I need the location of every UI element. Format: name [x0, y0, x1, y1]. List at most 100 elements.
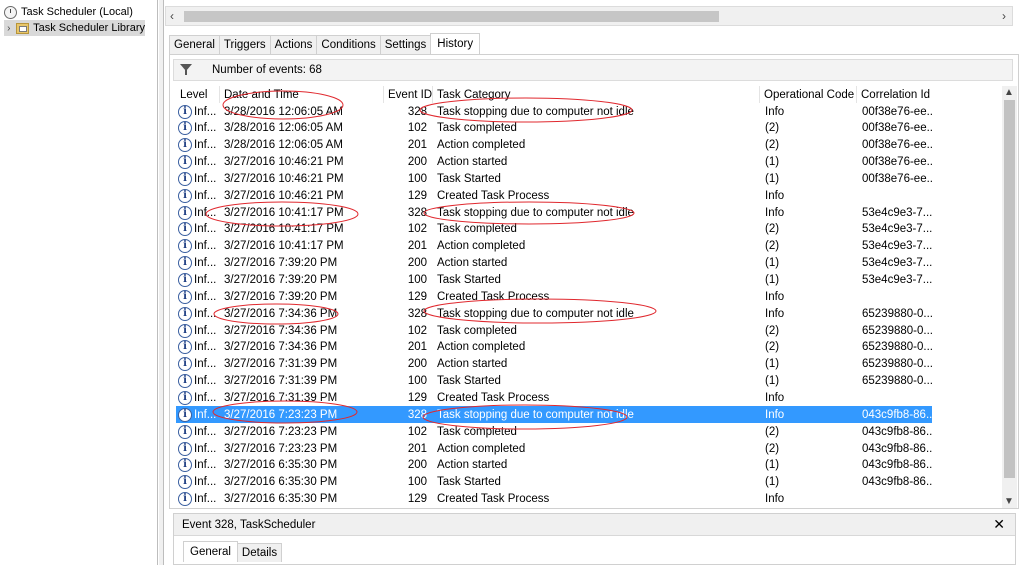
details-tab-general[interactable]: General	[183, 541, 238, 562]
info-icon: i	[178, 138, 192, 153]
cell-operational-code: (2)	[765, 223, 780, 236]
table-row[interactable]: i Inf... 3/27/2016 6:35:30 PM 200 Action sta…	[176, 457, 932, 474]
cell-correlation-id: 53e4c9e3-7...	[862, 206, 932, 219]
column-header-correlation-id[interactable]: Correlation Id	[857, 86, 935, 103]
column-header-date-time[interactable]: Date and Time	[220, 86, 384, 103]
table-row[interactable]: i Inf... 3/27/2016 7:23:23 PM 102 Task compl…	[176, 423, 932, 440]
info-icon: i	[178, 121, 192, 136]
level-text: Inf...	[194, 341, 217, 354]
scroll-down-icon[interactable]: ▼	[1004, 496, 1014, 507]
cell-correlation-id: 53e4c9e3-7...	[862, 274, 932, 286]
cell-level: i Inf...	[178, 356, 220, 373]
pane-splitter[interactable]	[159, 0, 164, 565]
cell-level: i Inf...	[178, 204, 220, 221]
cell-event-id: 328	[407, 206, 427, 219]
level-text: Inf...	[194, 156, 217, 169]
table-row[interactable]: i Inf... 3/27/2016 10:46:21 PM 100 Task Star…	[176, 170, 932, 187]
horizontal-scrollbar[interactable]: ‹ ›	[165, 6, 1013, 26]
close-icon[interactable]: ✕	[993, 516, 1005, 533]
table-row[interactable]: i Inf... 3/27/2016 10:46:21 PM 200 Action st…	[176, 154, 932, 171]
tab-conditions[interactable]: Conditions	[316, 35, 381, 54]
cell-date-time: 3/27/2016 10:46:21 PM	[224, 172, 344, 185]
table-row[interactable]: i Inf... 3/27/2016 7:39:20 PM 129 Created Ta…	[176, 288, 932, 305]
table-row[interactable]: i Inf... 3/27/2016 7:39:20 PM 200 Action sta…	[176, 255, 932, 272]
cell-correlation-id: 65239880-0...	[862, 324, 932, 337]
cell-level: i Inf...	[178, 154, 220, 171]
column-header-task-category[interactable]: Task Category	[433, 86, 760, 103]
scroll-right-icon[interactable]: ›	[1002, 9, 1006, 23]
folder-icon	[15, 22, 30, 34]
info-icon: i	[178, 374, 192, 389]
column-header-event-id[interactable]: Event ID	[384, 86, 433, 103]
cell-operational-code: (1)	[765, 459, 780, 472]
cell-correlation-id: 043c9fb8-86...	[862, 442, 932, 455]
details-title: Event 328, TaskScheduler	[182, 518, 316, 531]
table-row[interactable]: i Inf... 3/27/2016 6:35:30 PM 100 Task Start…	[176, 474, 932, 491]
table-row[interactable]: i Inf... 3/27/2016 10:41:17 PM 102 Task comp…	[176, 221, 932, 238]
table-row[interactable]: i Inf... 3/27/2016 7:31:39 PM 200 Action sta…	[176, 356, 932, 373]
table-row[interactable]: i Inf... 3/27/2016 7:31:39 PM 129 Created Ta…	[176, 389, 932, 406]
cell-operational-code: (2)	[765, 324, 780, 337]
table-row[interactable]: i Inf... 3/28/2016 12:06:05 AM 102 Task comp…	[176, 120, 932, 137]
cell-task-category: Task completed	[437, 425, 517, 438]
table-row[interactable]: i Inf... 3/27/2016 7:23:23 PM 201 Action com…	[176, 440, 932, 457]
info-icon: i	[178, 256, 192, 271]
details-tab-details[interactable]: Details	[236, 543, 283, 562]
cell-date-time: 3/27/2016 7:34:36 PM	[224, 341, 338, 354]
cell-level: i Inf...	[178, 322, 220, 339]
scrollbar-thumb[interactable]	[1004, 100, 1015, 478]
tab-history[interactable]: History	[430, 33, 481, 54]
cell-date-time: 3/27/2016 10:46:21 PM	[224, 189, 344, 202]
cell-event-id: 200	[407, 156, 427, 169]
column-header-operational-code[interactable]: Operational Code	[760, 86, 857, 103]
level-text: Inf...	[194, 375, 217, 388]
info-icon: i	[178, 289, 192, 304]
cell-operational-code: Info	[765, 408, 785, 421]
tab-triggers[interactable]: Triggers	[218, 35, 271, 54]
table-row[interactable]: i Inf... 3/27/2016 10:46:21 PM 129 Created T…	[176, 187, 932, 204]
table-row[interactable]: i Inf... 3/27/2016 10:41:17 PM 201 Action co…	[176, 238, 932, 255]
table-row[interactable]: i Inf... 3/27/2016 7:34:36 PM 102 Task compl…	[176, 322, 932, 339]
scroll-left-icon[interactable]: ‹	[170, 9, 174, 23]
table-row[interactable]: i Inf... 3/28/2016 12:06:05 AM 201 Action co…	[176, 137, 932, 154]
task-scheduler-window: Task Scheduler (Local) › Task Scheduler …	[0, 0, 1024, 565]
tab-actions[interactable]: Actions	[269, 35, 318, 54]
chevron-right-icon[interactable]: ›	[4, 23, 14, 34]
table-row[interactable]: i Inf... 3/28/2016 12:06:05 AM 328 Task stop…	[176, 103, 932, 120]
details-header: Event 328, TaskScheduler ✕	[174, 514, 1015, 536]
cell-event-id: 200	[407, 459, 427, 472]
table-row[interactable]: i Inf... 3/27/2016 7:23:23 PM 328 Task stopp…	[176, 406, 932, 424]
cell-task-category: Task stopping due to computer not idle	[437, 105, 634, 118]
cell-task-category: Task completed	[437, 122, 517, 135]
cell-operational-code: (2)	[765, 341, 780, 354]
cell-event-id: 129	[407, 189, 427, 202]
cell-date-time: 3/27/2016 10:41:17 PM	[224, 240, 344, 253]
cell-date-time: 3/27/2016 7:39:20 PM	[224, 274, 338, 286]
cell-level: i Inf...	[178, 103, 220, 120]
cell-event-id: 200	[407, 257, 427, 270]
column-header-level[interactable]: Level	[176, 86, 220, 103]
vertical-scrollbar[interactable]: ▲ ▼	[1002, 86, 1017, 508]
events-toolbar: Number of events: 68	[173, 59, 1013, 81]
tab-general[interactable]: General	[169, 35, 220, 54]
table-row[interactable]: i Inf... 3/27/2016 10:41:17 PM 328 Task stop…	[176, 204, 932, 221]
scroll-up-icon[interactable]: ▲	[1004, 87, 1014, 98]
tab-settings[interactable]: Settings	[379, 35, 432, 54]
level-text: Inf...	[194, 425, 217, 438]
cell-level: i Inf...	[178, 255, 220, 272]
cell-event-id: 102	[407, 223, 427, 236]
table-row[interactable]: i Inf... 3/27/2016 7:34:36 PM 328 Task stopp…	[176, 305, 932, 322]
tree-node-task-scheduler-local[interactable]: Task Scheduler (Local)	[4, 4, 133, 20]
cell-task-category: Action completed	[437, 442, 526, 455]
scrollbar-thumb[interactable]	[184, 11, 719, 22]
tree-node-task-scheduler-library[interactable]: › Task Scheduler Library	[4, 20, 145, 36]
table-row[interactable]: i Inf... 3/27/2016 6:35:30 PM 129 Created Ta…	[176, 491, 932, 508]
info-icon: i	[178, 306, 192, 321]
table-row[interactable]: i Inf... 3/27/2016 7:31:39 PM 100 Task Start…	[176, 373, 932, 390]
table-row[interactable]: i Inf... 3/27/2016 7:34:36 PM 201 Action com…	[176, 339, 932, 356]
cell-level: i Inf...	[178, 389, 220, 406]
table-row[interactable]: i Inf... 3/27/2016 7:39:20 PM 100 Task Start…	[176, 272, 932, 289]
filter-icon[interactable]	[180, 64, 194, 76]
cell-level: i Inf...	[178, 187, 220, 204]
cell-level: i Inf...	[178, 491, 220, 508]
